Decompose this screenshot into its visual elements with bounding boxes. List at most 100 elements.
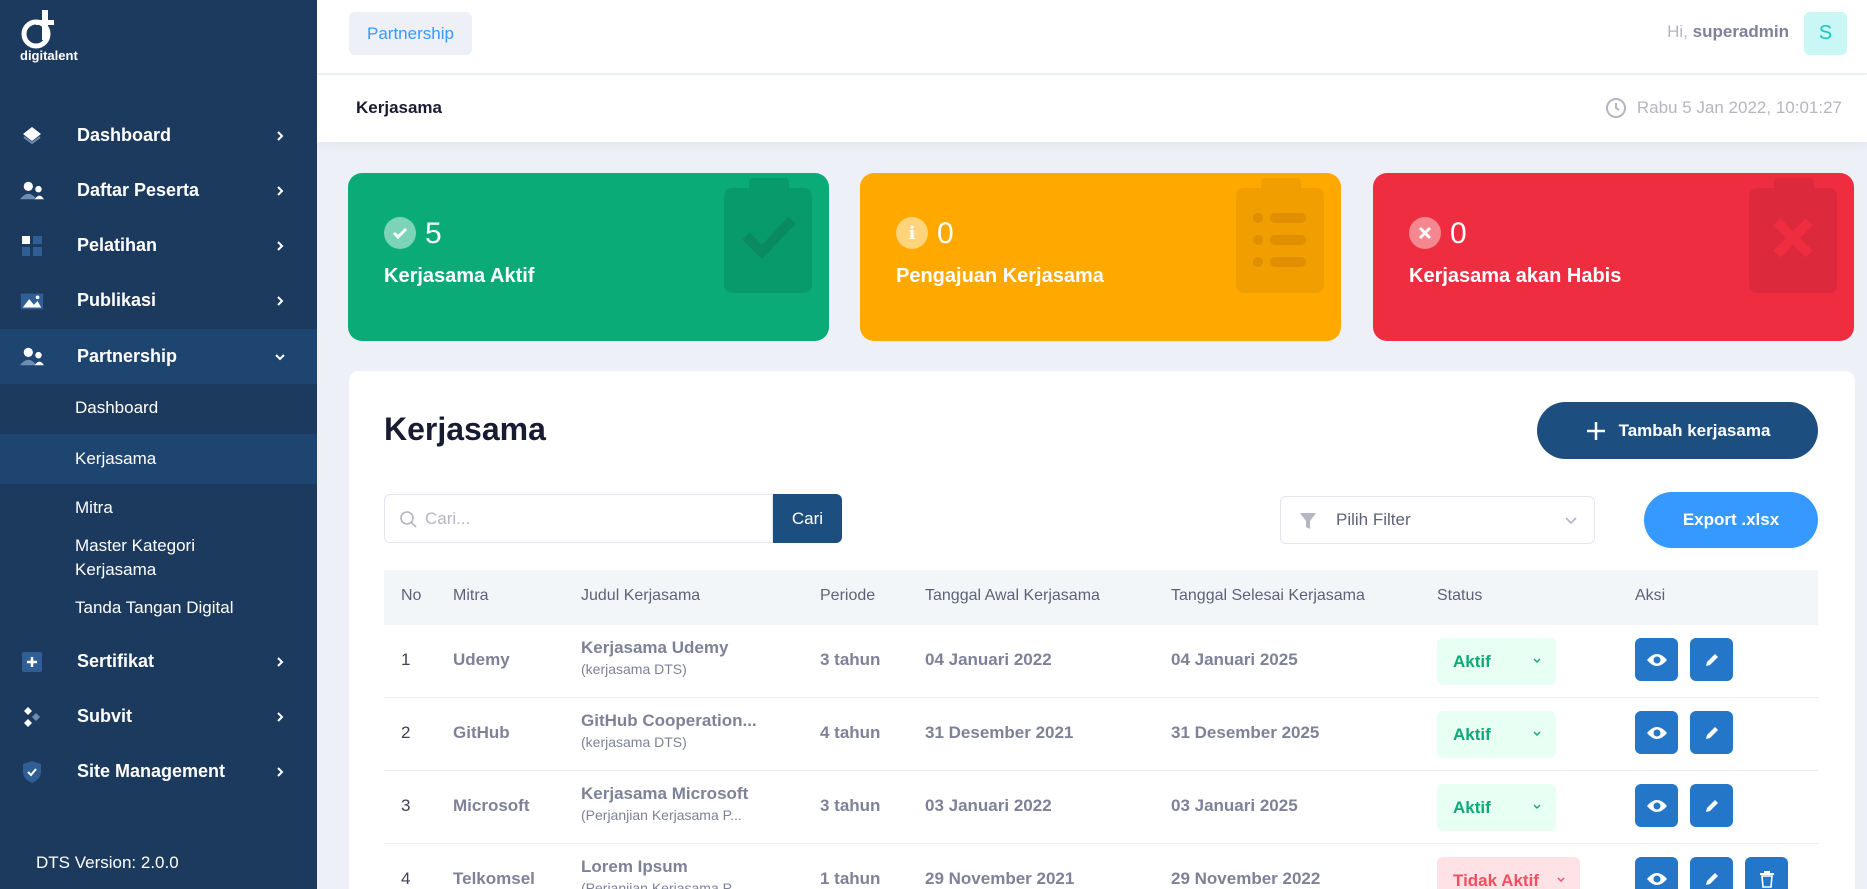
submenu-item-label: Dashboard	[75, 398, 159, 417]
clock-icon	[1605, 98, 1626, 118]
search-button[interactable]: Cari	[773, 494, 842, 543]
edit-button[interactable]	[1690, 638, 1733, 681]
chevron-right-icon	[277, 656, 284, 667]
stat-label: Kerjasama Aktif	[384, 265, 535, 287]
submenu-item-tanda-tangan[interactable]: Tanda Tangan Digital	[0, 596, 317, 626]
stat-label: Pengajuan Kerjasama	[896, 265, 1104, 287]
submenu-item-kerjasama[interactable]: Kerjasama	[0, 434, 317, 484]
status-select[interactable]: Aktif	[1437, 711, 1556, 758]
stat-label: Kerjasama akan Habis	[1409, 265, 1622, 287]
cell-mitra: GitHub	[453, 723, 510, 742]
submenu-item-dashboard[interactable]: Dashboard	[0, 383, 317, 433]
table-row: 4 Telkomsel Lorem Ipsum (Perjanjian Kerj…	[384, 844, 1818, 889]
eye-icon	[1646, 799, 1667, 812]
judul-text: Kerjasama Udemy	[581, 638, 729, 657]
stat-value: 0	[937, 217, 954, 250]
kategori-text: (kerjasama DTS)	[581, 661, 687, 677]
search-field	[384, 494, 773, 543]
cell-tanggal-selesai: 29 November 2022	[1171, 869, 1321, 888]
edit-button[interactable]	[1690, 857, 1733, 889]
filter-select[interactable]: Pilih Filter	[1280, 496, 1595, 544]
export-xlsx-button[interactable]: Export .xlsx	[1644, 492, 1818, 548]
cell-judul: Kerjasama Microsoft (Perjanjian Kerjasam…	[581, 784, 748, 823]
submenu-item-master-kategori[interactable]: Master Kategori Kerjasama	[0, 534, 317, 584]
chevron-right-icon	[277, 766, 284, 777]
submenu-item-label: Mitra	[75, 498, 113, 517]
stat-value: 5	[425, 217, 442, 250]
status-select[interactable]: Aktif	[1437, 784, 1556, 831]
sidebar-item-subvit[interactable]: Subvit	[0, 689, 317, 744]
check-circle-icon	[384, 217, 416, 249]
nodes-icon	[20, 705, 44, 729]
status-select[interactable]: Tidak Aktif	[1437, 857, 1580, 889]
avatar[interactable]: S	[1804, 12, 1847, 55]
breadcrumb-partnership[interactable]: Partnership	[349, 12, 472, 55]
sidebar-item-label: Dashboard	[77, 125, 172, 145]
cell-no: 4	[401, 869, 411, 888]
chevron-down-icon	[1565, 517, 1577, 525]
stat-card-pengajuan-kerjasama: i 0 Pengajuan Kerjasama	[860, 173, 1341, 341]
cell-tanggal-awal: 31 Desember 2021	[925, 723, 1074, 742]
kategori-text: (kerjasama DTS)	[581, 734, 687, 750]
cell-judul: GitHub Cooperation... (kerjasama DTS)	[581, 711, 757, 750]
cell-periode: 3 tahun	[820, 796, 881, 815]
cell-tanggal-selesai: 03 Januari 2025	[1171, 796, 1298, 815]
cell-mitra: Telkomsel	[453, 869, 535, 888]
sidebar-item-site-management[interactable]: Site Management	[0, 744, 317, 799]
cell-no: 2	[401, 723, 411, 742]
edit-button[interactable]	[1690, 711, 1733, 754]
username: superadmin	[1692, 22, 1789, 41]
grid-icon	[20, 234, 44, 258]
view-button[interactable]	[1635, 784, 1678, 827]
judul-text: GitHub Cooperation...	[581, 711, 757, 730]
cell-tanggal-selesai: 31 Desember 2025	[1171, 723, 1320, 742]
eye-icon	[1646, 726, 1667, 739]
view-button[interactable]	[1635, 857, 1678, 889]
sidebar-item-label: Site Management	[77, 761, 226, 781]
sidebar-item-partnership[interactable]: Partnership	[0, 329, 317, 384]
sidebar-item-dashboard[interactable]: Dashboard	[0, 108, 317, 163]
kerjasama-card: Kerjasama Tambah kerjasama Cari Pilih Fi…	[349, 371, 1855, 889]
shield-icon	[20, 760, 44, 784]
datetime-display: Rabu 5 Jan 2022, 10:01:27	[1605, 97, 1842, 119]
chevron-down-icon	[275, 353, 285, 360]
add-kerjasama-button[interactable]: Tambah kerjasama	[1537, 402, 1818, 459]
column-header-status: Status	[1437, 587, 1483, 604]
sidebar-item-label: Pelatihan	[77, 235, 158, 255]
search-icon	[400, 511, 417, 528]
top-header: Partnership Hi, superadmin S	[317, 0, 1867, 74]
table-row: 1 Udemy Kerjasama Udemy (kerjasama DTS) …	[384, 625, 1818, 698]
table-row: 2 GitHub GitHub Cooperation... (kerjasam…	[384, 698, 1818, 771]
card-title: Kerjasama	[384, 411, 546, 447]
user-greeting[interactable]: Hi, superadmin	[1667, 22, 1789, 42]
sidebar-item-pelatihan[interactable]: Pelatihan	[0, 218, 317, 273]
sidebar-item-daftar-peserta[interactable]: Daftar Peserta	[0, 163, 317, 218]
cell-no: 3	[401, 796, 411, 815]
plus-square-icon	[20, 650, 44, 674]
cell-tanggal-awal: 29 November 2021	[925, 869, 1075, 888]
judul-text: Lorem Ipsum	[581, 857, 688, 876]
filter-label: Pilih Filter	[1336, 510, 1411, 529]
sidebar-item-publikasi[interactable]: Publikasi	[0, 273, 317, 328]
sidebar-item-label: Publikasi	[77, 290, 157, 310]
edit-button[interactable]	[1690, 784, 1733, 827]
column-header-periode: Periode	[820, 587, 876, 604]
info-circle-icon: i	[896, 217, 928, 249]
view-button[interactable]	[1635, 711, 1678, 754]
column-header-judul: Judul Kerjasama	[581, 587, 701, 604]
sidebar-item-sertifikat[interactable]: Sertifikat	[0, 634, 317, 689]
sidebar-item-label: Partnership	[77, 346, 178, 366]
cell-periode: 3 tahun	[820, 650, 881, 669]
status-select[interactable]: Aktif	[1437, 638, 1556, 685]
delete-button[interactable]	[1745, 857, 1788, 889]
view-button[interactable]	[1635, 638, 1678, 681]
submenu-item-label: Tanda Tangan Digital	[75, 598, 234, 617]
submenu-item-label: Master Kategori Kerjasama	[75, 536, 195, 579]
chevron-right-icon	[277, 295, 284, 306]
column-header-tanggal-selesai: Tanggal Selesai Kerjasama	[1171, 587, 1365, 604]
stat-card-kerjasama-aktif: 5 Kerjasama Aktif	[348, 173, 829, 341]
clipboard-x-icon	[1749, 178, 1837, 293]
search-input[interactable]	[425, 508, 755, 529]
cell-tanggal-awal: 03 Januari 2022	[925, 796, 1052, 815]
chevron-right-icon	[277, 185, 284, 196]
